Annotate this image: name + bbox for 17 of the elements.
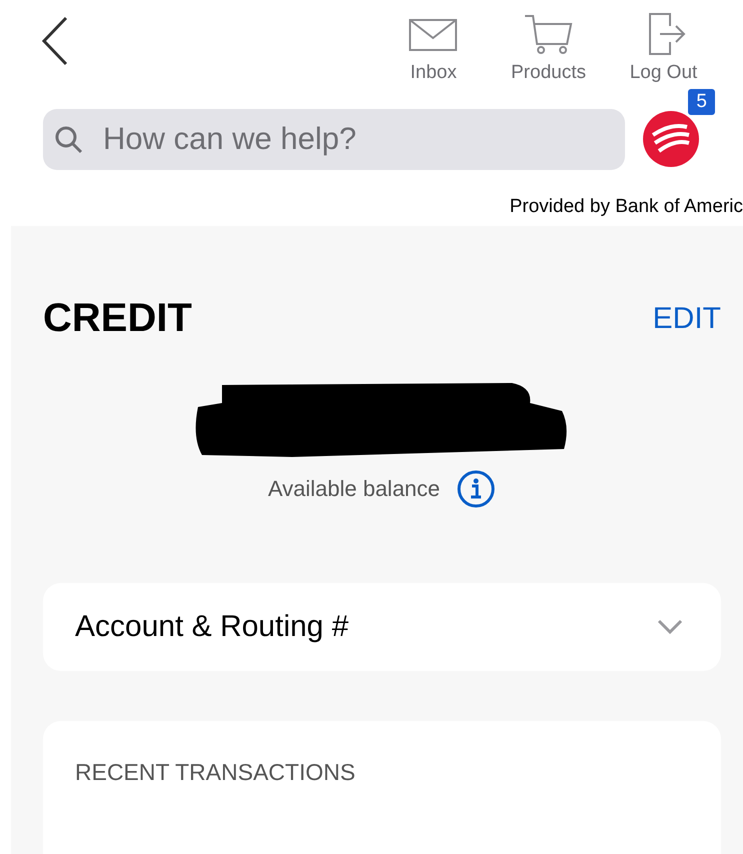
balance-label: Available balance — [268, 476, 440, 502]
cart-icon — [522, 12, 574, 56]
account-routing-row[interactable]: Account & Routing # — [43, 583, 721, 671]
edit-link[interactable]: EDIT — [652, 302, 721, 336]
provider-text: Provided by Bank of Americ — [510, 196, 743, 217]
flag-logo-icon[interactable] — [641, 109, 701, 169]
notification-badge: 5 — [686, 87, 717, 117]
section-title: RECENT TRANSACTIONS — [75, 759, 356, 785]
row-title: Account & Routing # — [75, 610, 349, 644]
account-title: CREDIT — [43, 296, 192, 341]
info-icon[interactable] — [456, 469, 496, 509]
nav-button[interactable]: Products — [491, 12, 606, 84]
nav-button[interactable]: Log Out — [606, 12, 721, 84]
search-field[interactable]: How can we help? — [43, 108, 625, 170]
nav-button[interactable]: Inbox — [376, 12, 491, 84]
search-icon — [55, 126, 83, 154]
back-icon[interactable] — [40, 16, 70, 66]
